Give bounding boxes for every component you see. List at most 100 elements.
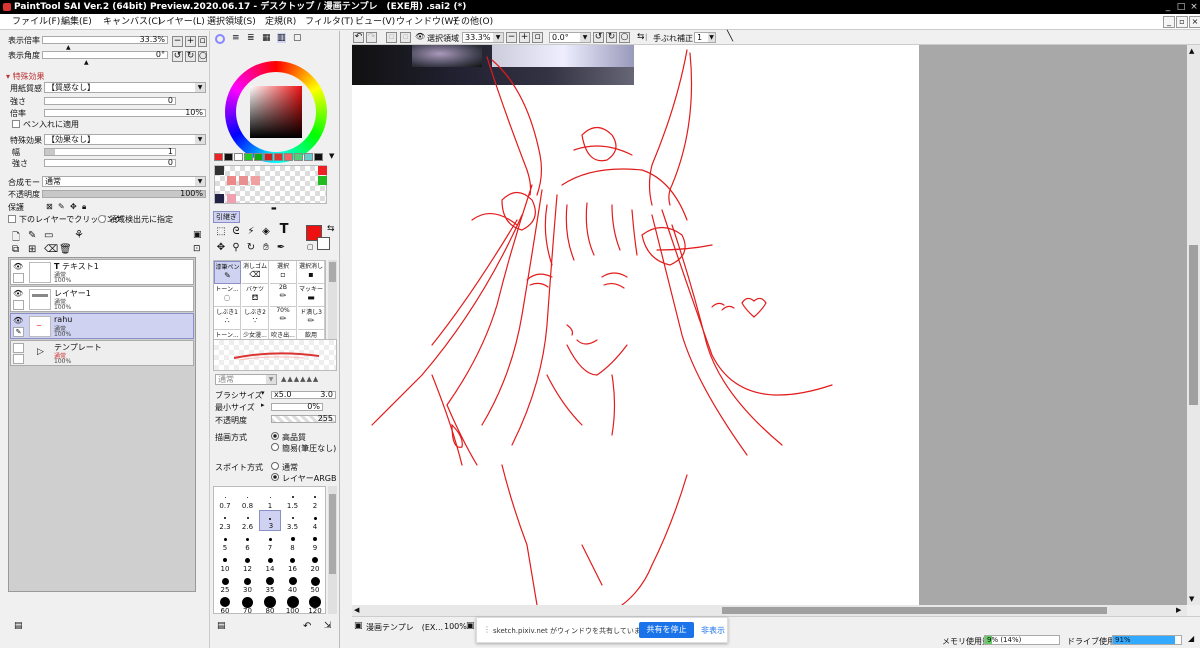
hide-button[interactable]: 非表示: [701, 625, 725, 636]
eyedropper-icon[interactable]: ✒: [274, 241, 288, 255]
layer-bottom-icon[interactable]: ▤: [14, 621, 23, 631]
pen-icon[interactable]: ✎: [13, 327, 24, 337]
brush-slot[interactable]: バケツ ⛾: [242, 284, 269, 307]
layer-effect-icon[interactable]: ⚘: [74, 228, 84, 241]
deselect-button[interactable]: ▫: [386, 32, 397, 43]
color-swatch[interactable]: [264, 153, 273, 161]
draw-hq-radio[interactable]: [271, 432, 279, 440]
canvas-paper[interactable]: [352, 45, 919, 605]
apply-pen-checkbox[interactable]: [12, 120, 20, 128]
brush-size-cell[interactable]: 6: [237, 531, 259, 552]
canvas-angle-select[interactable]: 0.0° ▼: [549, 32, 591, 43]
blend-select[interactable]: 通常 ▼: [42, 176, 206, 187]
delete-layer-icon[interactable]: 🗑︎: [59, 244, 72, 255]
source-radio[interactable]: [98, 215, 106, 223]
scroll-up-icon[interactable]: ▲: [1189, 47, 1194, 55]
mdi-restore-icon[interactable]: ▫: [1176, 16, 1188, 28]
lasso-icon[interactable]: ᘓ: [229, 225, 243, 239]
rect-select-icon[interactable]: ⬚: [214, 225, 228, 239]
brush-size-cell[interactable]: 100: [282, 594, 304, 613]
color-swatch[interactable]: [284, 153, 293, 161]
eye-icon[interactable]: 👁︎: [13, 289, 24, 299]
eye-icon[interactable]: 👁︎: [13, 262, 24, 272]
min-size-icon[interactable]: ▸: [261, 401, 265, 409]
brush-opacity-slider[interactable]: 255: [271, 414, 336, 423]
brush-scroll-thumb[interactable]: [329, 262, 336, 282]
draw-simple-radio[interactable]: [271, 443, 279, 451]
brush-size-cell[interactable]: 70: [237, 594, 259, 613]
layer-item-layer1[interactable]: 👁︎ レイヤー1 通常 100%: [10, 286, 194, 312]
scratch-icon[interactable]: ▢: [293, 33, 302, 43]
color-square[interactable]: [250, 86, 302, 138]
zoom-icon[interactable]: ⚲: [229, 241, 243, 255]
brush-size-cell[interactable]: 40: [282, 573, 304, 594]
clip-checkbox[interactable]: [8, 215, 16, 223]
menu-other[interactable]: その他(O): [452, 16, 493, 28]
brush-size-cell[interactable]: 80: [259, 594, 281, 613]
effect-select[interactable]: 【効果なし】 ▼: [44, 134, 206, 145]
flip-icon[interactable]: ⇆: [637, 32, 645, 42]
menu-view[interactable]: ビュー(V): [355, 16, 395, 28]
zoom-slider[interactable]: 33.3%: [42, 35, 168, 44]
undo-icon[interactable]: ↶: [303, 621, 311, 632]
brush-size-cell[interactable]: 16: [282, 552, 304, 573]
color-swatch[interactable]: [274, 153, 283, 161]
color-swatch[interactable]: [314, 153, 323, 161]
canvas-zoom-select[interactable]: 33.3% ▼: [462, 32, 504, 43]
brush-size-cell[interactable]: 3: [259, 510, 281, 531]
brush-slot[interactable]: 漆筆ペン ✎: [214, 261, 241, 284]
doc2-icon[interactable]: ▣: [466, 621, 475, 631]
menu-edit[interactable]: 編集(E): [61, 16, 92, 28]
brush-size-cell[interactable]: 120: [304, 594, 325, 613]
visibility-box[interactable]: [13, 343, 24, 353]
palette-icon[interactable]: ▦: [262, 33, 271, 43]
rgb-slider-icon[interactable]: ≡: [232, 33, 240, 43]
doc-tab[interactable]: 漫画テンプレ (EX...: [366, 622, 443, 633]
palette-cell[interactable]: [215, 166, 224, 175]
drag-handle-icon[interactable]: ⋮: [483, 625, 491, 634]
brush-size-cell[interactable]: 2: [304, 489, 325, 510]
magic-wand-icon[interactable]: ⚡︎: [244, 225, 258, 239]
brush-size-cell[interactable]: 0.7: [214, 489, 236, 510]
scroll-down-icon[interactable]: ▼: [1189, 595, 1194, 603]
layer-item-text[interactable]: 👁︎ T テキスト1 通常 100%: [10, 259, 194, 285]
brush-size-cell[interactable]: 12: [237, 552, 259, 573]
zoom-reset-button[interactable]: ▫: [198, 36, 207, 47]
color-swatch[interactable]: [254, 153, 263, 161]
rotate-icon[interactable]: ↻: [244, 241, 258, 255]
brush-size-cell[interactable]: 4: [304, 510, 325, 531]
palette-cell[interactable]: [251, 176, 260, 185]
rotate-left-button[interactable]: ↺: [172, 51, 183, 62]
brush-size-cell[interactable]: 2.6: [237, 510, 259, 531]
brush-slot[interactable]: 2B ✏: [270, 284, 297, 307]
rotate-reset-button[interactable]: ○: [198, 51, 207, 62]
palette-cell[interactable]: [227, 176, 236, 185]
palette-cell[interactable]: [318, 166, 327, 175]
strength-slider[interactable]: 0: [44, 96, 176, 105]
menu-canvas[interactable]: キャンバス(C): [103, 16, 161, 28]
brush-slot[interactable]: 70% ✏: [270, 307, 297, 330]
brush-slot[interactable]: マッキー ▬: [298, 284, 325, 307]
horizontal-scroll-thumb[interactable]: [722, 607, 1107, 614]
effects-header[interactable]: ▾ 特殊効果: [6, 71, 45, 82]
color-wheel[interactable]: [225, 61, 327, 163]
layer-item-rahu[interactable]: 👁︎ ✎ ~ rahu 通常 100%: [10, 313, 194, 339]
close-icon[interactable]: ×: [1189, 2, 1199, 12]
line-tool-icon[interactable]: ╲: [727, 31, 733, 42]
brush-size-cell[interactable]: 10: [214, 552, 236, 573]
canvas-rotate-right[interactable]: ↻: [606, 32, 617, 43]
hand-icon[interactable]: ✋︎: [259, 241, 273, 255]
layer-settings-icon[interactable]: ▣: [193, 230, 202, 240]
transparent-color-icon[interactable]: ▢: [307, 243, 314, 251]
palette-cell[interactable]: [318, 176, 327, 185]
menu-ruler[interactable]: 定規(R): [265, 16, 296, 28]
vertical-scrollbar[interactable]: ▲ ▼: [1187, 45, 1200, 605]
paper-select[interactable]: 【質感なし】 ▼: [44, 82, 206, 93]
brush-size-cell[interactable]: 35: [259, 573, 281, 594]
canvas-rotate-reset[interactable]: ○: [619, 32, 630, 43]
canvas-zoom-reset[interactable]: ▫: [532, 32, 543, 43]
menu-selection[interactable]: 選択領域(S): [207, 16, 256, 28]
scale-slider[interactable]: 10%: [44, 108, 206, 117]
pick-button[interactable]: 引継ぎ: [213, 211, 240, 223]
color-swatch[interactable]: [214, 153, 223, 161]
